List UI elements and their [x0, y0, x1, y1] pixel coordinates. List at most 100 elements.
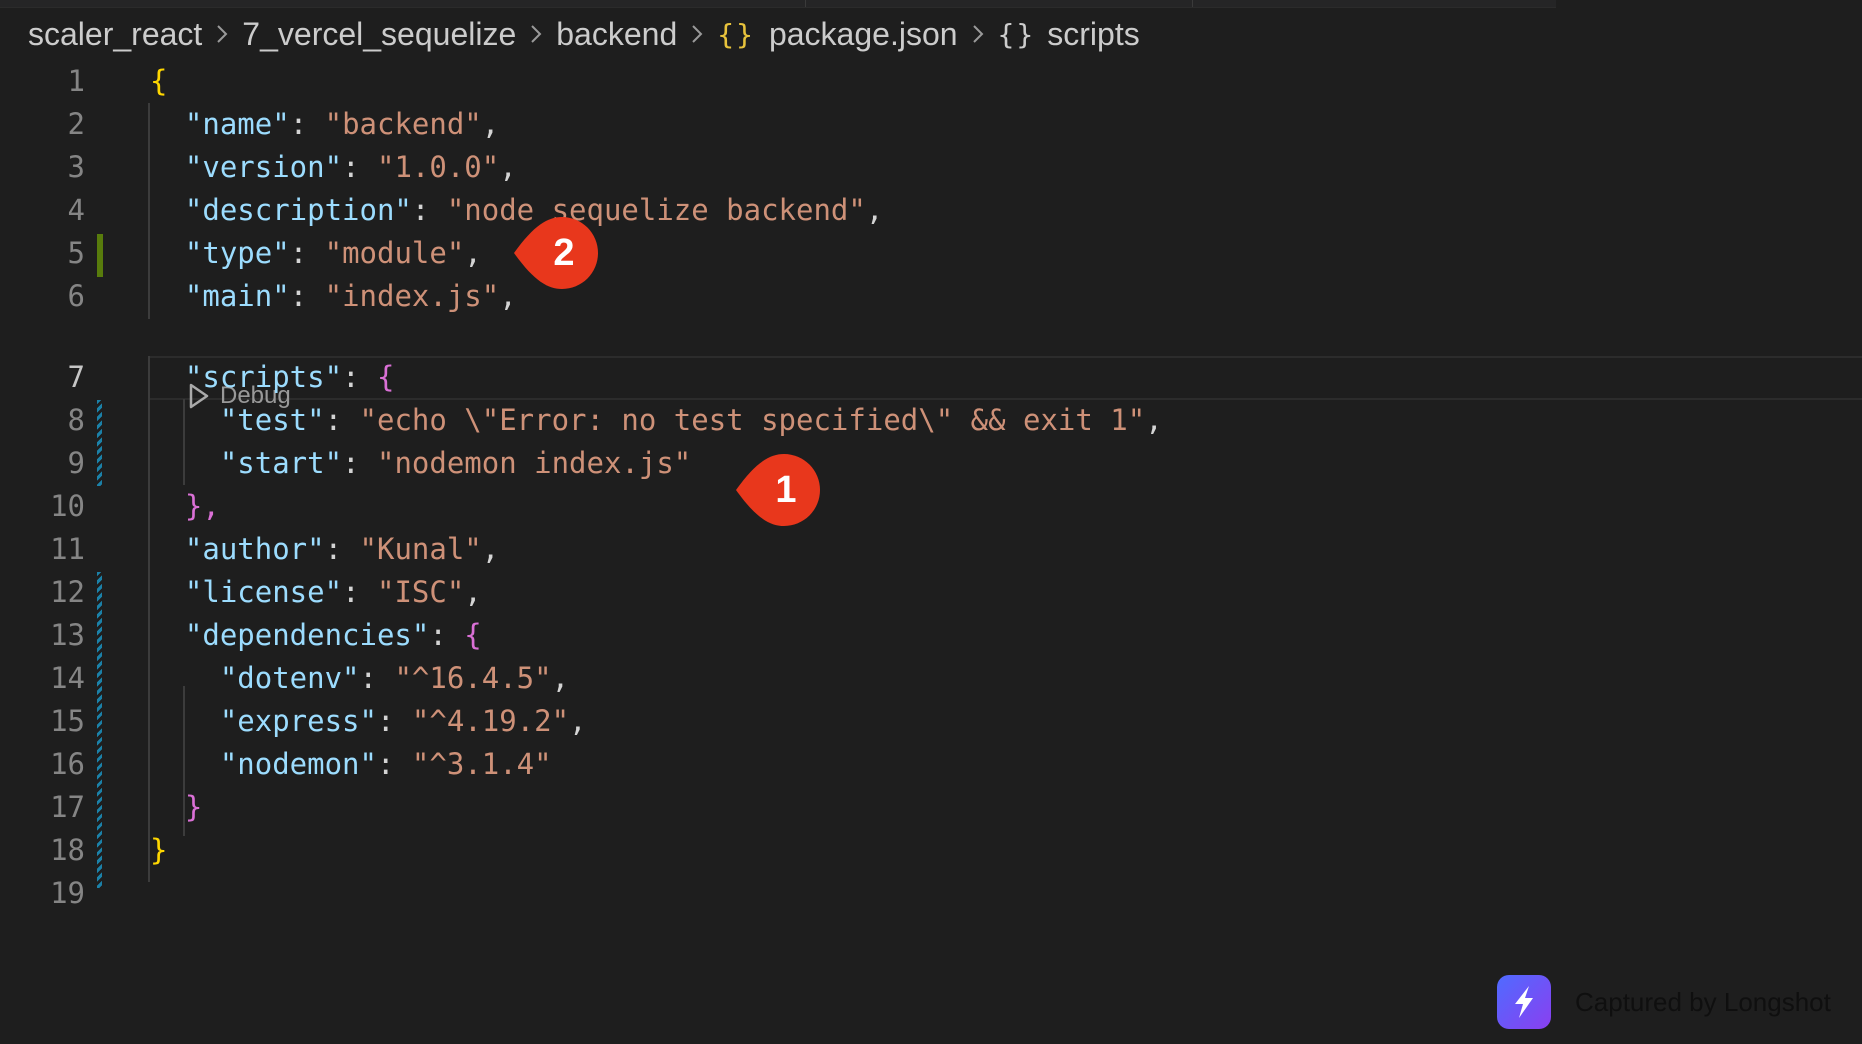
- line-number: 3: [67, 150, 85, 184]
- line-number: 14: [50, 661, 85, 695]
- line-number: 9: [67, 446, 85, 480]
- open-brace: {: [150, 64, 168, 98]
- json-key: "nodemon": [219, 747, 377, 781]
- line-number: 10: [50, 489, 85, 523]
- code-line: 2 "name": "backend",: [0, 103, 1862, 146]
- json-string: "node sequelize backend": [446, 193, 866, 227]
- breadcrumb-item-7-vercel-sequelize[interactable]: 7_vercel_sequelize: [242, 16, 516, 53]
- json-string: "^16.4.5": [394, 661, 552, 695]
- code-line: 5 "type": "module",: [0, 232, 1862, 275]
- code-line: 4 "description": "node sequelize backend…: [0, 189, 1862, 232]
- breadcrumb-item-backend[interactable]: backend: [556, 16, 677, 53]
- code-line: 14 "dotenv": "^16.4.5",: [0, 657, 1862, 700]
- code-line: 15 "express": "^4.19.2",: [0, 700, 1862, 743]
- json-string: "echo \"Error: no test specified\" && ex…: [359, 403, 1146, 437]
- code-line: 16 "nodemon": "^3.1.4": [0, 743, 1862, 786]
- close-brace: }: [150, 833, 168, 867]
- code-line: 9 "start": "nodemon index.js": [0, 442, 1862, 485]
- colon: :: [289, 107, 325, 141]
- comma: ,: [464, 575, 482, 609]
- colon: :: [342, 575, 377, 609]
- chevron-right-icon: [692, 25, 703, 43]
- annotation-marker-2-label: 2: [553, 232, 575, 274]
- code-line: 6 "main": "index.js",: [0, 275, 1862, 318]
- json-string: "1.0.0": [376, 150, 500, 184]
- json-key: "main": [184, 279, 290, 313]
- breadcrumb-item-scripts[interactable]: scripts: [1047, 16, 1139, 53]
- line-number: 7: [67, 360, 85, 394]
- comma: ,: [1145, 403, 1163, 437]
- json-key: "test": [219, 403, 325, 437]
- open-brace: {: [464, 618, 482, 652]
- code-line: 3 "version": "1.0.0",: [0, 146, 1862, 189]
- code-editor[interactable]: 1 { 2 "name": "backend", 3 "version": "1…: [0, 60, 1862, 960]
- chevron-right-icon: [531, 25, 542, 43]
- longshot-watermark: Captured by Longshot: [1497, 975, 1831, 1029]
- line-number: 17: [50, 790, 85, 824]
- colon: :: [429, 618, 465, 652]
- line-number: 19: [50, 876, 85, 910]
- comma: ,: [865, 193, 884, 227]
- json-key: "author": [184, 532, 325, 566]
- json-file-icon: {}: [717, 17, 755, 51]
- colon: :: [289, 279, 325, 313]
- line-number: 2: [67, 107, 85, 141]
- colon: :: [324, 532, 360, 566]
- json-string: "^4.19.2": [411, 704, 570, 738]
- chevron-right-icon: [217, 25, 228, 43]
- colon: :: [342, 446, 377, 480]
- code-line: 18 }: [0, 829, 1862, 872]
- json-key: "type": [184, 236, 290, 270]
- json-string: "nodemon index.js": [376, 446, 692, 480]
- line-number: 16: [50, 747, 85, 781]
- json-key: "name": [184, 107, 290, 141]
- code-line: 12 "license": "ISC",: [0, 571, 1862, 614]
- longshot-logo-icon: [1497, 975, 1551, 1029]
- breadcrumb-item-scaler-react[interactable]: scaler_react: [28, 16, 202, 53]
- colon: :: [376, 747, 412, 781]
- json-string: "^3.1.4": [411, 747, 552, 781]
- line-number: 12: [50, 575, 85, 609]
- json-key: "express": [219, 704, 377, 738]
- json-key: "scripts": [184, 360, 343, 394]
- comma: ,: [569, 704, 587, 738]
- code-line: 19: [0, 872, 1862, 915]
- annotation-marker-2: 2: [512, 215, 602, 291]
- comma: ,: [551, 661, 570, 695]
- json-key: "start": [219, 446, 343, 480]
- close-brace: },: [184, 489, 220, 523]
- line-number: 4: [67, 193, 85, 227]
- object-symbol-icon: {}: [997, 17, 1036, 51]
- comma: ,: [464, 236, 482, 270]
- line-number: 5: [67, 236, 85, 270]
- json-key: "dotenv": [219, 661, 360, 695]
- code-line: 17 }: [0, 786, 1862, 829]
- code-line: 8 "test": "echo \"Error: no test specifi…: [0, 399, 1862, 442]
- longshot-watermark-text: Captured by Longshot: [1575, 986, 1831, 1017]
- line-number: 11: [50, 532, 85, 566]
- json-key: "version": [184, 150, 343, 184]
- colon: :: [342, 360, 377, 394]
- comma: ,: [499, 150, 517, 184]
- line-number: 15: [50, 704, 85, 738]
- breadcrumb-item-package-json[interactable]: package.json: [769, 16, 958, 53]
- code-line: 11 "author": "Kunal",: [0, 528, 1862, 571]
- comma: ,: [481, 107, 500, 141]
- colon: :: [324, 403, 360, 437]
- json-key: "description": [184, 193, 412, 227]
- code-line: 1 {: [0, 60, 1862, 103]
- code-line: 10 },: [0, 485, 1862, 528]
- colon: :: [376, 704, 412, 738]
- tab-bar-edge: [0, 0, 1556, 8]
- json-string: "index.js": [324, 279, 500, 313]
- json-key: "license": [184, 575, 343, 609]
- annotation-marker-1: 1: [734, 452, 824, 528]
- colon: :: [342, 150, 377, 184]
- line-number: 18: [50, 833, 85, 867]
- close-brace: }: [184, 790, 203, 824]
- line-number: 13: [50, 618, 85, 652]
- json-string: "module": [324, 236, 465, 270]
- line-number: 1: [67, 64, 85, 98]
- json-string: "backend": [324, 107, 482, 141]
- line-number: 6: [67, 279, 85, 313]
